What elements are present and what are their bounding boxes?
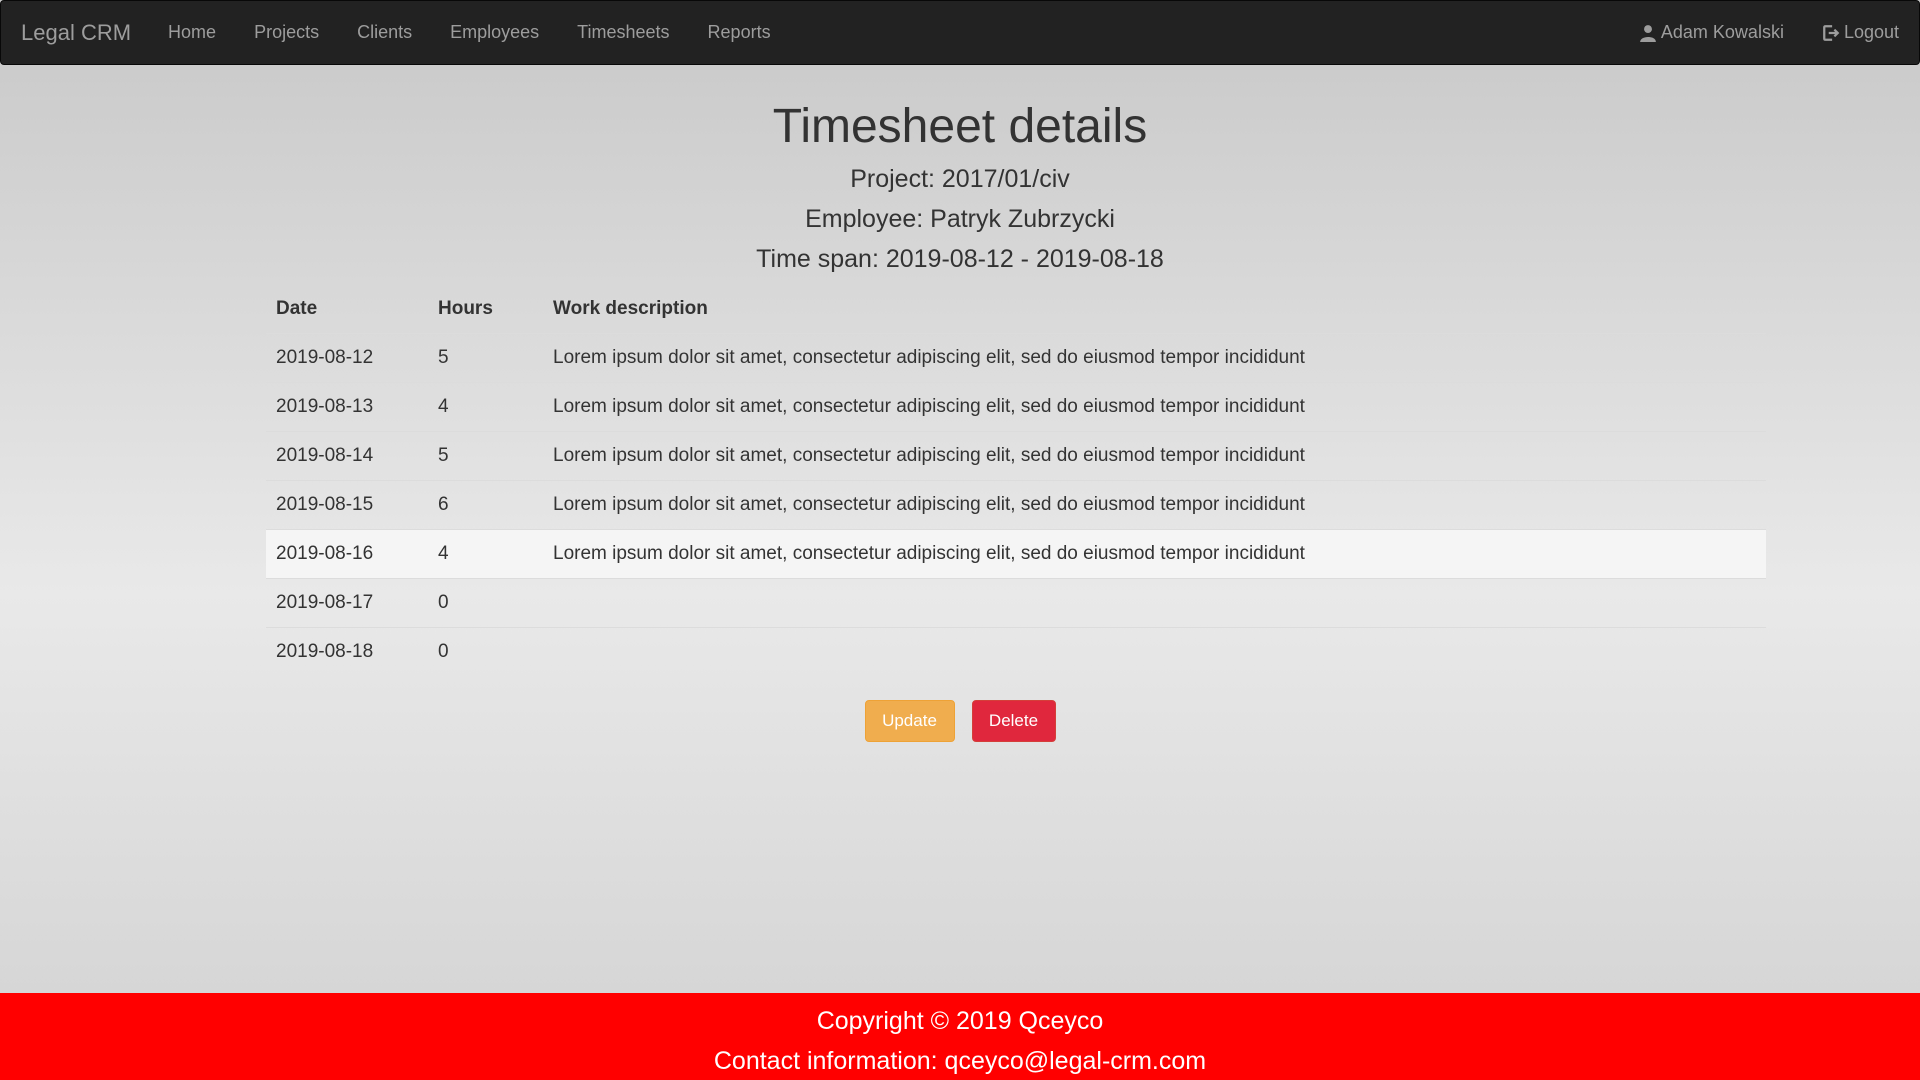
cell-hours: 0	[428, 626, 543, 676]
user-profile-link[interactable]: Adam Kowalski	[1601, 22, 1784, 43]
nav-employees[interactable]: Employees	[431, 22, 558, 43]
table-row: 2019-08-13 4 Lorem ipsum dolor sit amet,…	[266, 381, 1766, 431]
cell-description: Lorem ipsum dolor sit amet, consectetur …	[543, 381, 1766, 431]
action-buttons: Update Delete	[0, 700, 1920, 742]
table-row: 2019-08-12 5 Lorem ipsum dolor sit amet,…	[266, 332, 1766, 382]
cell-date: 2019-08-17	[266, 577, 428, 627]
timesheet-header: Timesheet details Project: 2017/01/civ E…	[0, 95, 1920, 279]
column-header-date: Date	[276, 297, 318, 319]
cell-description: Lorem ipsum dolor sit amet, consectetur …	[543, 430, 1766, 480]
project-label: Project: 2017/01/civ	[850, 165, 1070, 193]
logout-icon	[1823, 24, 1840, 41]
cell-hours: 6	[428, 479, 543, 529]
table-row: 2019-08-16 4 Lorem ipsum dolor sit amet,…	[266, 528, 1766, 578]
cell-date: 2019-08-18	[266, 626, 428, 676]
employee-label: Employee: Patryk Zubrzycki	[805, 205, 1115, 233]
table-row: 2019-08-15 6 Lorem ipsum dolor sit amet,…	[266, 479, 1766, 529]
nav-home[interactable]: Home	[149, 22, 235, 43]
navbar: Legal CRM Home Projects Clients Employee…	[0, 0, 1920, 65]
cell-date: 2019-08-14	[266, 430, 428, 480]
table-row: 2019-08-17 0	[266, 577, 1766, 627]
cell-hours: 5	[428, 430, 543, 480]
copyright-text: Copyright © 2019 Qceyco	[816, 1007, 1104, 1035]
cell-description: Lorem ipsum dolor sit amet, consectetur …	[543, 332, 1766, 382]
cell-hours: 4	[428, 381, 543, 431]
nav-clients[interactable]: Clients	[338, 22, 431, 43]
update-button[interactable]: Update	[864, 700, 955, 742]
column-header-description: Work description	[553, 297, 708, 319]
user-name: Adam Kowalski	[1660, 22, 1784, 42]
cell-description: Lorem ipsum dolor sit amet, consectetur …	[543, 528, 1766, 578]
column-header-hours: Hours	[438, 297, 493, 319]
cell-hours: 0	[428, 577, 543, 627]
nav-timesheets[interactable]: Timesheets	[558, 22, 688, 43]
cell-date: 2019-08-16	[266, 528, 428, 578]
footer: Copyright © 2019 Qceyco Contact informat…	[0, 993, 1920, 1080]
nav-links: Home Projects Clients Employees Timeshee…	[149, 22, 790, 43]
cell-description	[543, 626, 1766, 676]
contact-info: Contact information: qceyco@legal-crm.co…	[713, 1047, 1207, 1075]
table-row: 2019-08-18 0	[266, 626, 1766, 676]
page-title: Timesheet details	[772, 100, 1148, 153]
cell-date: 2019-08-12	[266, 332, 428, 382]
user-icon	[1640, 24, 1656, 42]
brand-link[interactable]: Legal CRM	[21, 20, 131, 46]
cell-description	[543, 577, 1766, 627]
table-row: 2019-08-14 5 Lorem ipsum dolor sit amet,…	[266, 430, 1766, 480]
timesheet-table: Date Hours Work description 2019-08-12 5…	[266, 285, 1766, 676]
table-header-row: Date Hours Work description	[266, 285, 1766, 333]
cell-description: Lorem ipsum dolor sit amet, consectetur …	[543, 479, 1766, 529]
logout-label: Logout	[1843, 22, 1899, 42]
delete-button[interactable]: Delete	[971, 700, 1056, 742]
nav-projects[interactable]: Projects	[235, 22, 338, 43]
nav-user-area: Adam Kowalski Logout	[1601, 22, 1899, 43]
logout-link[interactable]: Logout	[1784, 22, 1899, 43]
cell-hours: 4	[428, 528, 543, 578]
cell-date: 2019-08-13	[266, 381, 428, 431]
cell-hours: 5	[428, 332, 543, 382]
nav-reports[interactable]: Reports	[689, 22, 790, 43]
time-span-label: Time span: 2019-08-12 - 2019-08-18	[756, 245, 1164, 273]
cell-date: 2019-08-15	[266, 479, 428, 529]
